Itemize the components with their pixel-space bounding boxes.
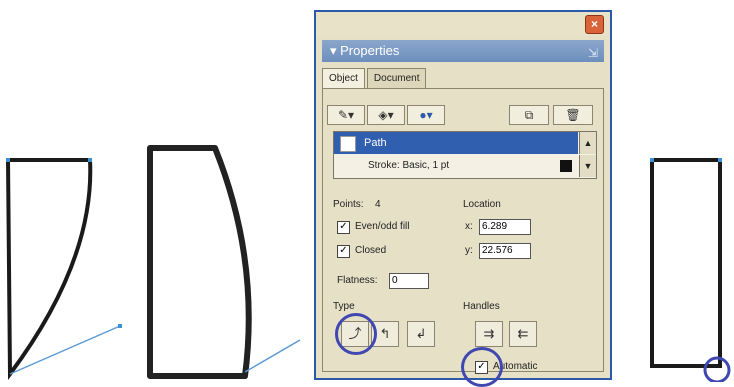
x-location-field[interactable]: 6.289 xyxy=(479,219,531,235)
add-effect-button[interactable]: ●▾ xyxy=(407,105,445,125)
add-stroke-button[interactable]: ✎▾ xyxy=(327,105,365,125)
attribute-list[interactable]: Path Stroke: Basic, 1 pt ▲ ▼ xyxy=(333,131,597,179)
scroll-down-button[interactable]: ▼ xyxy=(579,155,596,177)
flatness-label: Flatness: xyxy=(337,275,378,286)
properties-panel: × ▾ Properties ⇲ Object Document ✎▾ ◈▾ ●… xyxy=(314,10,612,387)
evenodd-label: Even/odd fill xyxy=(355,221,410,232)
path-shape-left[interactable] xyxy=(5,158,122,380)
panel-grip-icon[interactable]: ⇲ xyxy=(588,42,598,64)
anchor-point xyxy=(88,158,92,162)
handles-label: Handles xyxy=(463,301,500,312)
add-fill-button[interactable]: ◈▾ xyxy=(367,105,405,125)
corner-point-icon: ↰ xyxy=(379,326,391,341)
handle-extend-button[interactable]: ⇇ xyxy=(509,321,537,347)
close-button[interactable]: × xyxy=(585,15,604,34)
type-connector-button[interactable]: ↲ xyxy=(407,321,435,347)
flatness-field[interactable]: 0 xyxy=(389,273,429,289)
connector-point-icon: ↲ xyxy=(415,326,427,341)
duplicate-button[interactable]: ⧉ xyxy=(509,105,549,125)
tab-object[interactable]: Object xyxy=(322,68,365,88)
highlight-circle xyxy=(335,313,377,355)
fill-add-icon: ◈▾ xyxy=(378,108,394,122)
path-shape-right[interactable] xyxy=(650,158,722,368)
pen-add-icon: ✎▾ xyxy=(337,108,355,122)
attribute-item-label: Stroke: Basic, 1 pt xyxy=(368,160,450,171)
closed-label: Closed xyxy=(355,245,387,256)
panel-topbar: × xyxy=(316,12,610,36)
stroke-color-chip[interactable] xyxy=(560,160,572,172)
x-label: x: xyxy=(465,221,473,232)
points-value: 4 xyxy=(375,199,381,210)
retract-handle-icon: ⇉ xyxy=(483,326,495,341)
bezier-handle-line xyxy=(244,339,301,373)
closed-checkbox[interactable]: ✓ xyxy=(337,245,350,258)
type-label: Type xyxy=(333,301,355,312)
highlight-circle xyxy=(703,356,731,382)
object-tab-content: ✎▾ ◈▾ ●▾ ⧉ 🗑 Path Stroke: Basic, 1 pt ▲ … xyxy=(322,88,604,387)
trash-icon: 🗑 xyxy=(565,108,581,122)
path-shape-selected[interactable] xyxy=(147,145,301,379)
anchor-point xyxy=(6,158,10,162)
points-label: Points: xyxy=(333,199,364,210)
attribute-item-path[interactable]: Path xyxy=(334,132,578,154)
panel-title-text: ▾ Properties xyxy=(330,43,400,58)
tab-document[interactable]: Document xyxy=(366,68,427,88)
attribute-item-label: Path xyxy=(364,137,387,149)
panel-title[interactable]: ▾ Properties ⇲ xyxy=(322,40,604,62)
panel-tabs: Object Document xyxy=(322,68,428,88)
anchor-point xyxy=(718,158,722,162)
handle-point xyxy=(118,324,122,328)
location-label: Location xyxy=(463,199,501,210)
duplicate-icon: ⧉ xyxy=(524,108,534,122)
y-label: y: xyxy=(465,245,473,256)
extend-handle-icon: ⇇ xyxy=(517,326,529,341)
attribute-item-stroke[interactable]: Stroke: Basic, 1 pt xyxy=(334,155,578,177)
path-swatch xyxy=(340,136,356,152)
effect-add-icon: ●▾ xyxy=(419,108,433,122)
trash-button[interactable]: 🗑 xyxy=(553,105,593,125)
y-location-field[interactable]: 22.576 xyxy=(479,243,531,259)
scroll-up-button[interactable]: ▲ xyxy=(579,132,596,154)
evenodd-checkbox[interactable]: ✓ xyxy=(337,221,350,234)
anchor-point xyxy=(650,158,654,162)
highlight-circle xyxy=(461,347,503,387)
handle-retract-button[interactable]: ⇉ xyxy=(475,321,503,347)
